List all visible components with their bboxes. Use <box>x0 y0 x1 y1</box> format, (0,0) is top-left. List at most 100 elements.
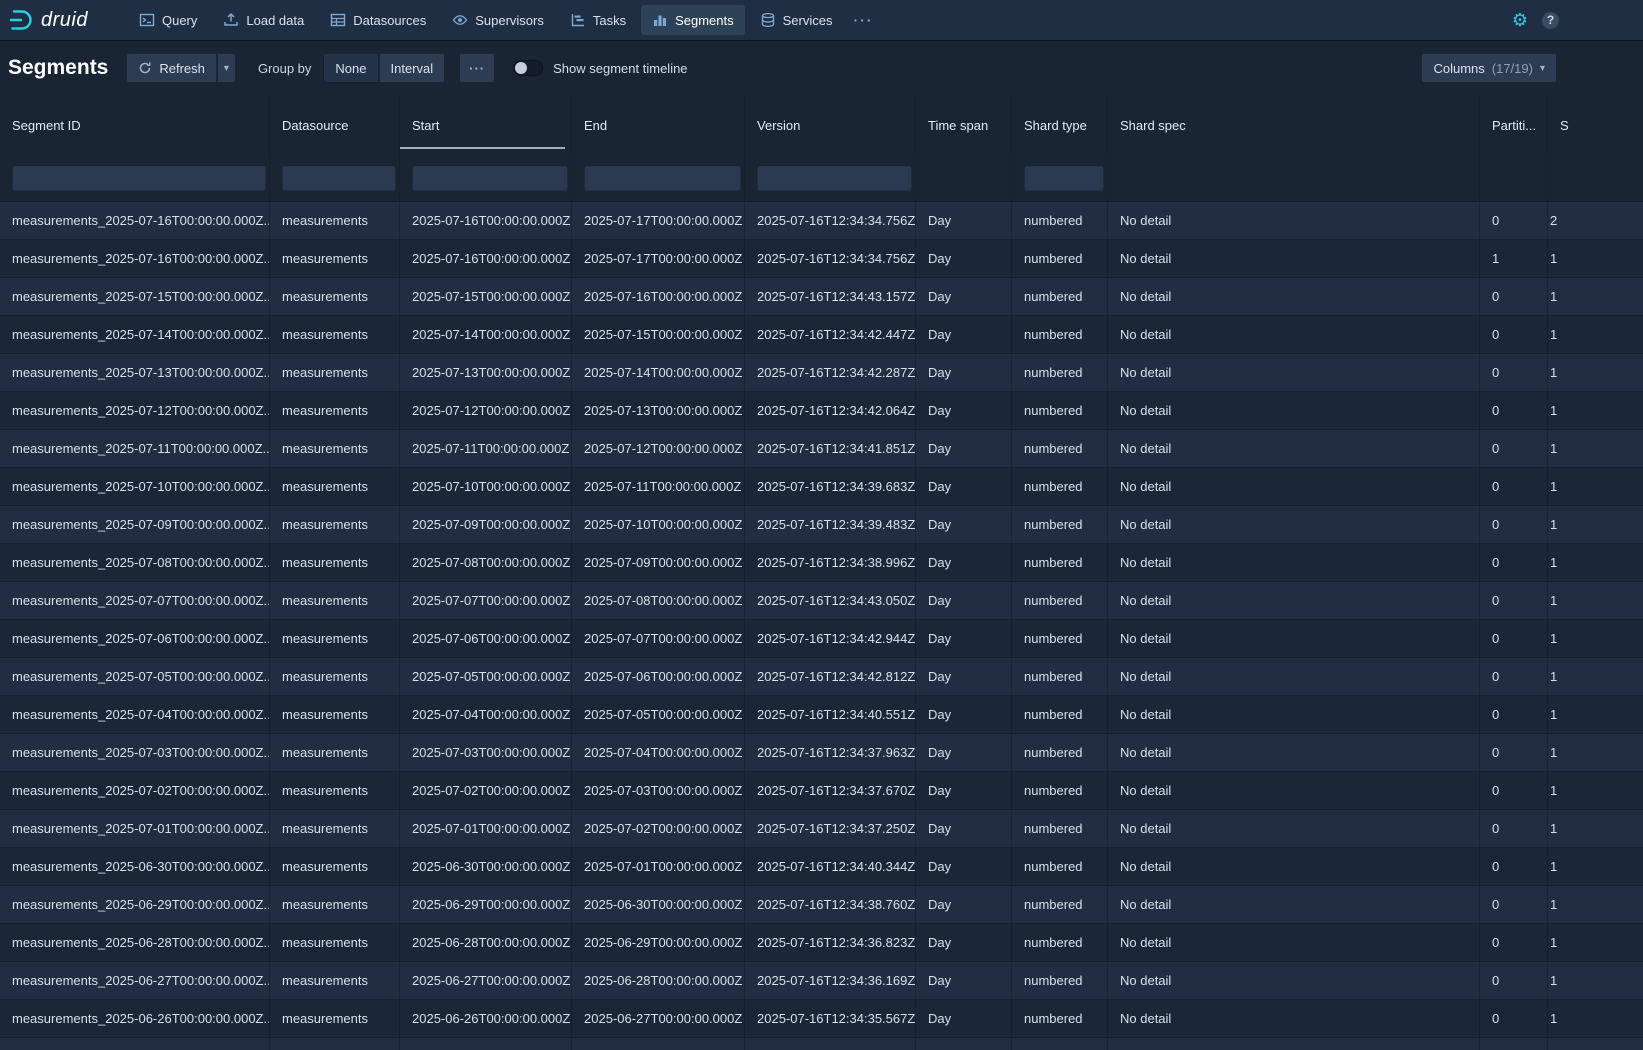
cell-s[interactable]: 1 <box>1548 886 1643 923</box>
cell-s[interactable]: 1 <box>1548 354 1643 391</box>
group-by-interval-button[interactable]: Interval <box>379 53 446 83</box>
cell-version[interactable]: 2025-07-16T12:34:42.944Z <box>745 620 916 657</box>
column-header-shard-type[interactable]: Shard type <box>1012 96 1108 154</box>
table-row[interactable]: measurements_2025-07-05T00:00:00.000Z...… <box>0 658 1643 696</box>
column-header-datasource[interactable]: Datasource <box>270 96 400 154</box>
cell-shard-spec[interactable]: No detail <box>1108 810 1480 847</box>
table-row[interactable]: measurements_2025-07-02T00:00:00.000Z...… <box>0 772 1643 810</box>
cell-start[interactable]: 2025-07-10T00:00:00.000Z <box>400 468 572 505</box>
cell-version[interactable]: 2025-07-16T12:34:40.344Z <box>745 848 916 885</box>
cell-s[interactable]: 1 <box>1548 810 1643 847</box>
filter-input-segment-id[interactable] <box>12 165 266 191</box>
cell-datasource[interactable]: measurements <box>270 544 400 581</box>
cell-partiti-[interactable]: 0 <box>1480 924 1548 961</box>
cell-start[interactable]: 2025-07-01T00:00:00.000Z <box>400 810 572 847</box>
table-row[interactable]: measurements_2025-07-12T00:00:00.000Z...… <box>0 392 1643 430</box>
group-by-none-button[interactable]: None <box>323 53 378 83</box>
table-row[interactable]: measurements_2025-06-27T00:00:00.000Z...… <box>0 962 1643 1000</box>
cell-shard-type[interactable]: numbered <box>1012 582 1108 619</box>
column-header-partiti-[interactable]: Partiti... <box>1480 96 1548 154</box>
cell-partiti-[interactable]: 0 <box>1480 1000 1548 1037</box>
cell-segment-id[interactable]: measurements_2025-07-07T00:00:00.000Z... <box>0 582 270 619</box>
cell-end[interactable]: 2025-07-14T00:00:00.000Z <box>572 354 745 391</box>
cell-s[interactable]: 1 <box>1548 658 1643 695</box>
cell-s[interactable]: 1 <box>1548 962 1643 999</box>
cell-time-span[interactable]: Day <box>916 202 1012 239</box>
cell-s[interactable]: 1 <box>1548 278 1643 315</box>
cell-segment-id[interactable]: measurements_2025-07-15T00:00:00.000Z... <box>0 278 270 315</box>
cell-end[interactable]: 2025-07-04T00:00:00.000Z <box>572 734 745 771</box>
cell-version[interactable]: 2025-07-16T12:34:35.567Z <box>745 1000 916 1037</box>
cell-start[interactable]: 2025-07-08T00:00:00.000Z <box>400 544 572 581</box>
cell-shard-type[interactable]: numbered <box>1012 240 1108 277</box>
cell-shard-spec[interactable]: No detail <box>1108 1038 1480 1050</box>
cell-shard-type[interactable]: numbered <box>1012 696 1108 733</box>
cell-start[interactable]: 2025-06-30T00:00:00.000Z <box>400 848 572 885</box>
nav-item-supervisors[interactable]: Supervisors <box>441 5 555 35</box>
cell-version[interactable]: 2025-07-16T12:34:36.823Z <box>745 924 916 961</box>
cell-partiti-[interactable]: 0 <box>1480 468 1548 505</box>
cell-time-span[interactable]: Day <box>916 658 1012 695</box>
cell-end[interactable]: 2025-07-16T00:00:00.000Z <box>572 278 745 315</box>
filter-input-shard-type[interactable] <box>1024 165 1104 191</box>
cell-segment-id[interactable]: measurements_2025-07-06T00:00:00.000Z... <box>0 620 270 657</box>
cell-start[interactable]: 2025-07-05T00:00:00.000Z <box>400 658 572 695</box>
cell-end[interactable]: 2025-07-05T00:00:00.000Z <box>572 696 745 733</box>
cell-time-span[interactable]: Day <box>916 316 1012 353</box>
nav-item-segments[interactable]: Segments <box>641 5 745 35</box>
cell-datasource[interactable]: measurements <box>270 658 400 695</box>
cell-version[interactable]: 2025-07-16T12:34:37.963Z <box>745 734 916 771</box>
cell-segment-id[interactable]: measurements_2025-06-30T00:00:00.000Z... <box>0 848 270 885</box>
cell-datasource[interactable]: measurements <box>270 810 400 847</box>
cell-s[interactable]: 1 <box>1548 734 1643 771</box>
cell-shard-type[interactable]: numbered <box>1012 278 1108 315</box>
cell-datasource[interactable]: measurements <box>270 430 400 467</box>
cell-end[interactable]: 2025-06-27T00:00:00.000Z <box>572 1000 745 1037</box>
cell-time-span[interactable]: Day <box>916 506 1012 543</box>
cell-s[interactable]: 1 <box>1548 392 1643 429</box>
cell-version[interactable]: 2025-07-16T12:34:41.851Z <box>745 430 916 467</box>
cell-partiti-[interactable]: 0 <box>1480 354 1548 391</box>
cell-shard-type[interactable]: numbered <box>1012 962 1108 999</box>
cell-shard-type[interactable]: numbered <box>1012 544 1108 581</box>
cell-partiti-[interactable]: 1 <box>1480 240 1548 277</box>
cell-datasource[interactable]: measurements <box>270 468 400 505</box>
table-row[interactable]: measurements_2025-07-07T00:00:00.000Z...… <box>0 582 1643 620</box>
cell-s[interactable]: 1 <box>1548 468 1643 505</box>
cell-shard-type[interactable]: numbered <box>1012 430 1108 467</box>
cell-time-span[interactable]: Day <box>916 924 1012 961</box>
cell-partiti-[interactable]: 0 <box>1480 1038 1548 1050</box>
cell-shard-spec[interactable]: No detail <box>1108 924 1480 961</box>
cell-segment-id[interactable]: measurements_2025-07-14T00:00:00.000Z... <box>0 316 270 353</box>
column-header-version[interactable]: Version <box>745 96 916 154</box>
cell-time-span[interactable]: Day <box>916 354 1012 391</box>
cell-partiti-[interactable]: 0 <box>1480 734 1548 771</box>
cell-shard-spec[interactable]: No detail <box>1108 1000 1480 1037</box>
cell-end[interactable]: 2025-06-30T00:00:00.000Z <box>572 886 745 923</box>
cell-start[interactable]: 2025-07-12T00:00:00.000Z <box>400 392 572 429</box>
cell-shard-spec[interactable]: No detail <box>1108 544 1480 581</box>
cell-segment-id[interactable]: measurements_2025-07-05T00:00:00.000Z... <box>0 658 270 695</box>
cell-s[interactable]: 1 <box>1548 1038 1643 1050</box>
cell-shard-spec[interactable]: No detail <box>1108 202 1480 239</box>
table-row[interactable]: measurements_2025-07-04T00:00:00.000Z...… <box>0 696 1643 734</box>
cell-end[interactable]: 2025-07-17T00:00:00.000Z <box>572 202 745 239</box>
cell-segment-id[interactable]: measurements_2025-07-12T00:00:00.000Z... <box>0 392 270 429</box>
table-row[interactable]: measurements_2025-07-01T00:00:00.000Z...… <box>0 810 1643 848</box>
cell-partiti-[interactable]: 0 <box>1480 848 1548 885</box>
cell-s[interactable]: 1 <box>1548 544 1643 581</box>
cell-version[interactable]: 2025-07-16T12:34:43.050Z <box>745 582 916 619</box>
cell-shard-spec[interactable]: No detail <box>1108 354 1480 391</box>
cell-start[interactable]: 2025-07-16T00:00:00.000Z <box>400 240 572 277</box>
cell-end[interactable]: 2025-07-17T00:00:00.000Z <box>572 240 745 277</box>
cell-shard-spec[interactable]: No detail <box>1108 582 1480 619</box>
cell-segment-id[interactable]: measurements_2025-07-13T00:00:00.000Z... <box>0 354 270 391</box>
cell-segment-id[interactable]: measurements_2025-07-09T00:00:00.000Z... <box>0 506 270 543</box>
cell-shard-spec[interactable]: No detail <box>1108 886 1480 923</box>
column-header-start[interactable]: Start <box>400 96 572 154</box>
cell-segment-id[interactable]: measurements_2025-06-25T00:00:00.000Z... <box>0 1038 270 1050</box>
cell-time-span[interactable]: Day <box>916 1038 1012 1050</box>
cell-version[interactable]: 2025-07-16T12:34:43.157Z <box>745 278 916 315</box>
cell-datasource[interactable]: measurements <box>270 848 400 885</box>
refresh-button[interactable]: Refresh <box>126 53 217 83</box>
